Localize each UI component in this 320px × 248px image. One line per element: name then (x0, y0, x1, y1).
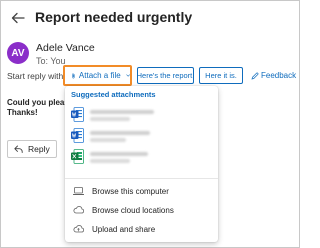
suggested-reply-button[interactable]: Here's the report. (137, 67, 194, 84)
cloud-upload-icon (73, 225, 84, 233)
message-body: Could you please Thanks! (7, 98, 73, 118)
attach-file-menu: Suggested attachments Browse this comput… (65, 86, 218, 242)
laptop-icon (73, 187, 84, 195)
browse-computer-label: Browse this computer (92, 186, 169, 196)
chevron-down-icon (126, 74, 130, 77)
message-line: Thanks! (7, 108, 38, 117)
reply-label: Reply (28, 144, 50, 154)
email-subject: Report needed urgently (35, 9, 193, 25)
attach-file-button[interactable]: Attach a file (63, 65, 132, 86)
suggested-replies-label: Start reply with: (7, 71, 66, 81)
suggested-attachments-header: Suggested attachments (71, 90, 156, 99)
message-line: Could you please (7, 98, 74, 107)
paperclip-icon (72, 72, 75, 78)
reply-arrow-icon (14, 145, 23, 153)
recipient-line: To: You (36, 56, 66, 66)
pencil-icon (251, 72, 259, 80)
suggested-attachment-item[interactable] (71, 149, 216, 165)
word-file-icon (71, 107, 84, 122)
reply-button[interactable]: Reply (7, 140, 57, 158)
sender-avatar[interactable]: AV (7, 42, 29, 64)
browse-cloud-item[interactable]: Browse cloud locations (73, 203, 174, 217)
feedback-label: Feedback (261, 71, 297, 80)
word-file-icon (71, 128, 84, 143)
suggested-reply-button[interactable]: Here it is. (199, 67, 243, 84)
sender-name[interactable]: Adele Vance (36, 42, 95, 54)
cloud-icon (73, 206, 84, 214)
suggested-attachment-item[interactable] (71, 107, 216, 123)
back-arrow-icon[interactable] (11, 11, 25, 25)
excel-file-icon (71, 149, 84, 164)
menu-divider (65, 178, 218, 179)
upload-share-label: Upload and share (92, 224, 156, 234)
suggested-attachment-item[interactable] (71, 128, 216, 144)
upload-share-item[interactable]: Upload and share (73, 222, 155, 236)
attach-file-label: Attach a file (78, 71, 121, 80)
feedback-link[interactable]: Feedback (251, 71, 296, 80)
browse-computer-item[interactable]: Browse this computer (73, 184, 169, 198)
browse-cloud-label: Browse cloud locations (92, 205, 174, 215)
email-reading-pane: Report needed urgently AV Adele Vance To… (0, 0, 300, 248)
